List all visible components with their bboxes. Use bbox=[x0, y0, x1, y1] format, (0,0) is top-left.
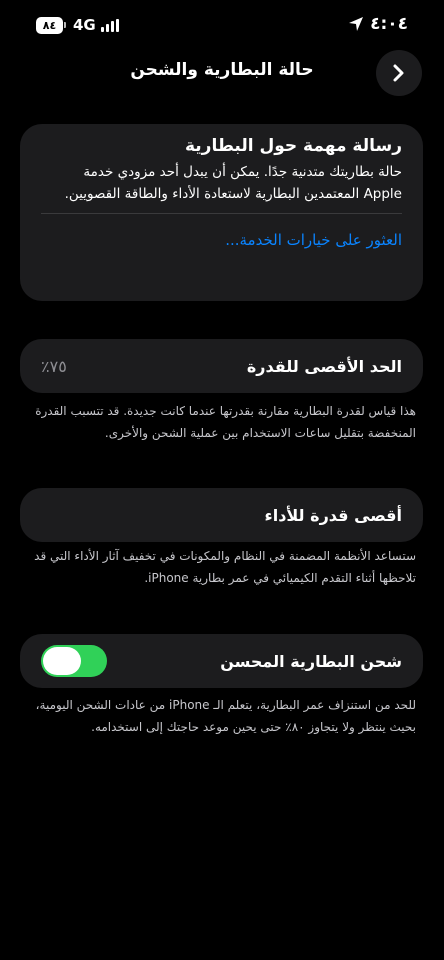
clock: ٤:٠٤ bbox=[370, 14, 408, 34]
maximum-capacity-row: الحد الأقصى للقدرة ٧٥٪ bbox=[20, 339, 423, 393]
status-left: ٨٤ 4G bbox=[36, 16, 119, 34]
battery-nub bbox=[64, 22, 66, 28]
peak-performance-row: أقصى قدرة للأداء bbox=[20, 488, 423, 542]
optimized-charging-description: للحد من استنزاف عمر البطارية، يتعلم الـ … bbox=[35, 698, 416, 734]
status-bar: ٨٤ 4G ٤:٠٤ bbox=[0, 0, 444, 52]
maximum-capacity-description: هذا قياس لقدرة البطارية مقارنة بقدرتها ع… bbox=[35, 404, 416, 440]
battery-message-body: حالة بطاريتك متدنية جدًا. يمكن أن يبدل أ… bbox=[64, 164, 402, 202]
battery-level: ٨٤ bbox=[42, 18, 57, 32]
optimized-charging-row: شحن البطارية المحسن bbox=[20, 634, 423, 688]
location-arrow-icon bbox=[349, 17, 364, 31]
network-type: 4G bbox=[73, 16, 96, 34]
battery-message-title: رسالة مهمة حول البطارية bbox=[184, 136, 402, 156]
divider bbox=[41, 213, 402, 214]
chevron-icon bbox=[393, 64, 404, 82]
toggle-knob bbox=[43, 647, 81, 675]
status-right: ٤:٠٤ bbox=[348, 14, 408, 34]
maximum-capacity-value: ٧٥٪ bbox=[41, 356, 67, 376]
signal-icon bbox=[100, 18, 119, 32]
service-options-link[interactable]: العثور على خيارات الخدمة... bbox=[41, 229, 402, 251]
back-button[interactable] bbox=[376, 50, 422, 96]
peak-performance-description: ستساعد الأنظمة المضمنة في النظام والمكون… bbox=[34, 549, 416, 585]
optimized-charging-toggle[interactable] bbox=[41, 645, 107, 677]
optimized-charging-label: شحن البطارية المحسن bbox=[220, 651, 402, 671]
maximum-capacity-label: الحد الأقصى للقدرة bbox=[246, 356, 402, 376]
battery-icon: ٨٤ bbox=[36, 16, 63, 34]
battery-message-card: رسالة مهمة حول البطارية حالة بطاريتك متد… bbox=[20, 124, 423, 301]
peak-performance-label: أقصى قدرة للأداء bbox=[264, 505, 402, 525]
